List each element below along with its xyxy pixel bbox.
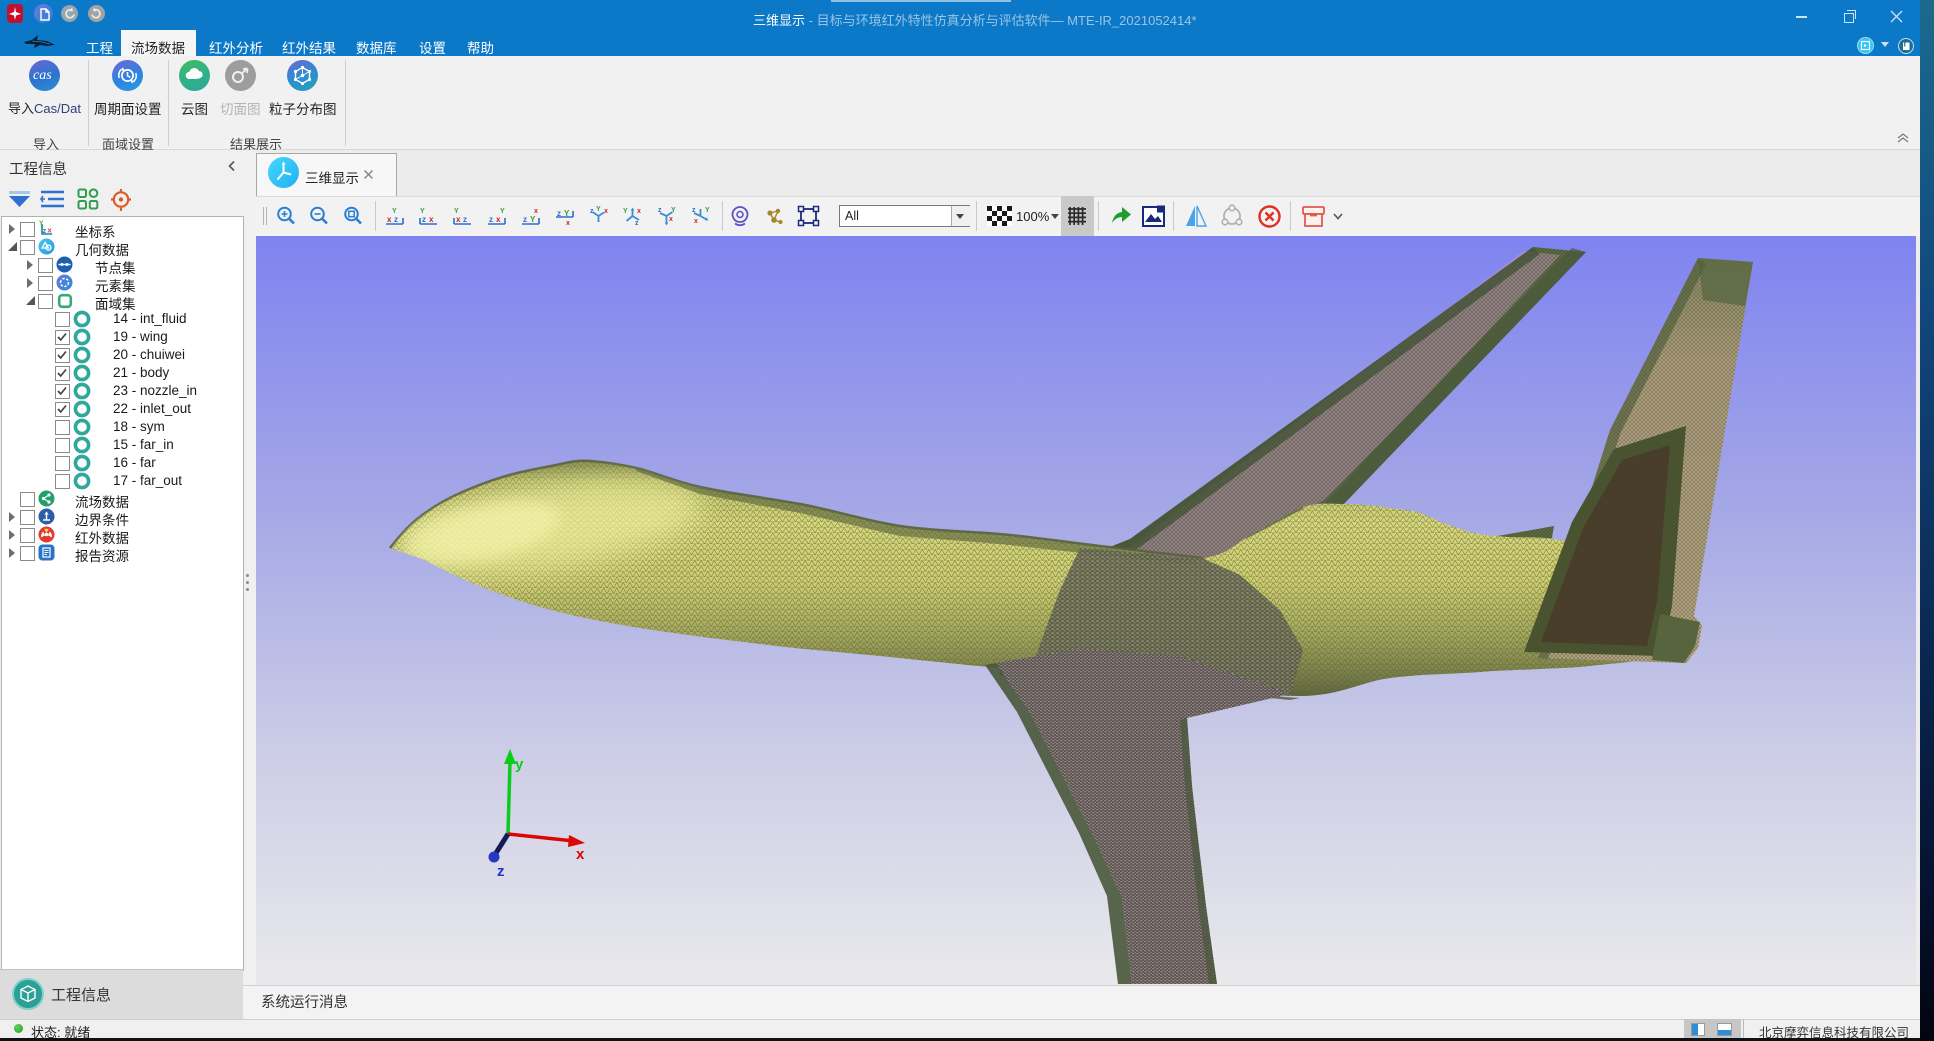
svg-text:z: z bbox=[557, 209, 561, 218]
svg-text:Y: Y bbox=[39, 220, 44, 227]
svg-text:Y: Y bbox=[500, 208, 505, 215]
svg-text:Y: Y bbox=[392, 208, 397, 215]
svg-text:x: x bbox=[669, 216, 673, 223]
svg-text:z: z bbox=[489, 215, 493, 224]
svg-text:Y: Y bbox=[623, 208, 628, 215]
svg-text:z: z bbox=[43, 228, 47, 235]
svg-text:x: x bbox=[387, 215, 392, 224]
svg-text:z: z bbox=[590, 208, 594, 215]
svg-text:Y: Y bbox=[596, 206, 601, 213]
svg-text:x: x bbox=[48, 226, 53, 235]
svg-text:z: z bbox=[658, 207, 662, 214]
svg-text:z: z bbox=[523, 215, 527, 224]
svg-text:x: x bbox=[429, 215, 434, 224]
svg-text:Y: Y bbox=[530, 215, 536, 224]
svg-text:x: x bbox=[576, 846, 585, 863]
svg-text:x: x bbox=[456, 215, 461, 224]
svg-text:Y: Y bbox=[671, 207, 676, 214]
svg-text:z: z bbox=[394, 215, 398, 224]
svg-text:Y: Y bbox=[420, 208, 425, 215]
svg-text:x: x bbox=[566, 220, 570, 227]
svg-text:z: z bbox=[422, 215, 426, 224]
svg-text:x: x bbox=[496, 215, 501, 224]
svg-text:z: z bbox=[692, 207, 696, 214]
svg-text:z: z bbox=[463, 215, 467, 224]
svg-text:x: x bbox=[637, 208, 641, 215]
svg-text:Y: Y bbox=[454, 208, 459, 215]
svg-text:Y: Y bbox=[564, 209, 570, 218]
svg-text:z: z bbox=[497, 863, 505, 880]
svg-text:x: x bbox=[694, 218, 698, 225]
svg-text:z: z bbox=[635, 220, 639, 227]
svg-text:Y: Y bbox=[705, 207, 710, 214]
svg-text:y: y bbox=[515, 756, 524, 773]
svg-text:x: x bbox=[604, 208, 608, 215]
svg-text:x: x bbox=[534, 208, 538, 215]
